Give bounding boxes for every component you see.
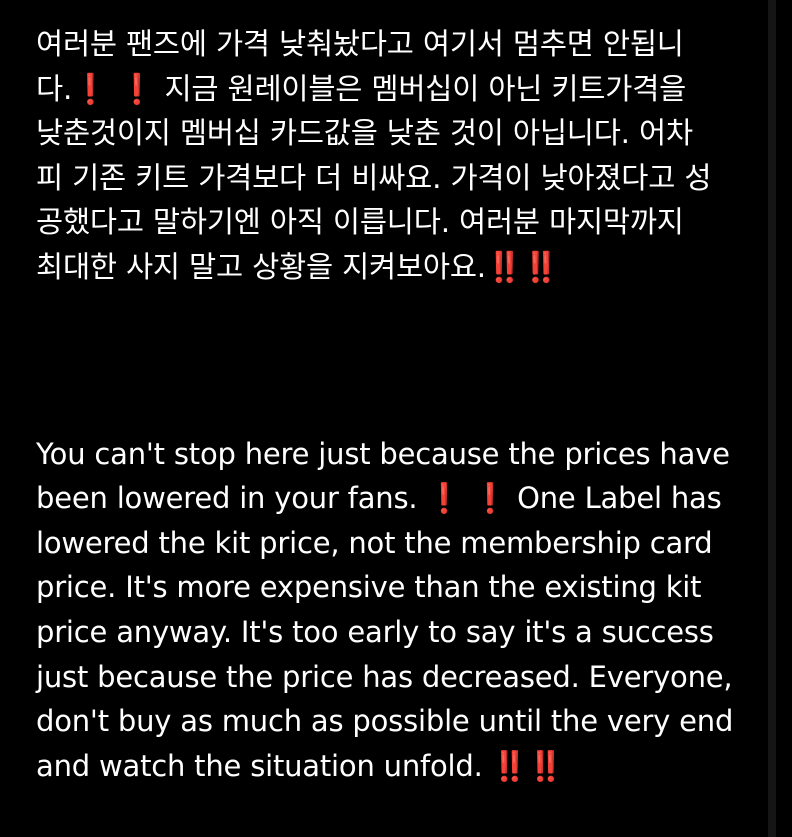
exclamation-icon: ❗ ❗ xyxy=(72,71,156,106)
english-paragraph: You can't stop here just because the pri… xyxy=(36,432,761,789)
scrollbar[interactable] xyxy=(768,0,776,837)
post-body: 여러분 팬즈에 가격 낮춰놨다고 여기서 멈추면 안됩니 다.❗ ❗ 지금 원레… xyxy=(36,22,761,788)
double-exclamation-icon: ‼️‼️ xyxy=(486,249,560,284)
english-text-2: One Label has lowered the kit price, not… xyxy=(36,481,734,783)
exclamation-icon: ❗ ❗ xyxy=(426,481,509,516)
korean-paragraph: 여러분 팬즈에 가격 낮춰놨다고 여기서 멈추면 안됩니 다.❗ ❗ 지금 원레… xyxy=(36,22,761,290)
double-exclamation-icon: ‼️‼️ xyxy=(491,748,564,783)
